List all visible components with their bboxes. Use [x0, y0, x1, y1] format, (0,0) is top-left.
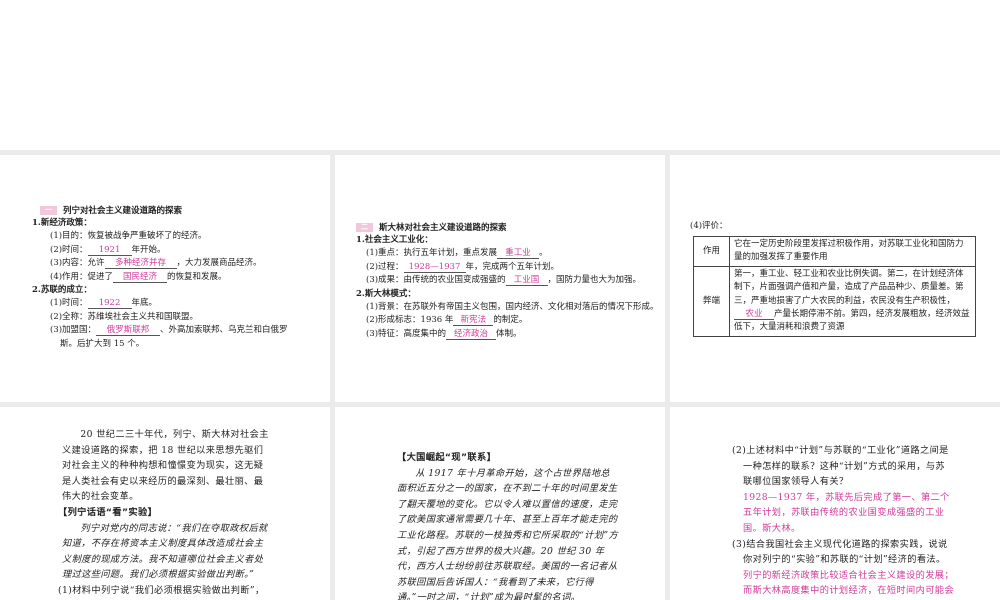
text-line: (3)内容：允许 多种经济并存 ，大力发展商品经济。 [50, 258, 262, 270]
evaluation-label: (4)评价： [690, 221, 728, 231]
text-line: (2)时间： 1921 年开始。 [50, 244, 166, 256]
text-line: (4)作用：促进了 国民经济 的恢复和发展。 [50, 271, 227, 283]
text-line: (1)时间： 1922 年底。 [50, 298, 158, 310]
question-3: (3)结合我国社会主义现代化道路的探索实践，说说你对列宁的“实验”和苏联的“计划… [732, 538, 948, 566]
top-blank-area [0, 0, 1000, 150]
answer-blank: 新宪法 [453, 315, 494, 327]
intro-paragraph: 20 世纪二三十年代，列宁、斯大林对社会主义建设道路的探索，把 18 世纪以来思… [62, 429, 269, 503]
text-line: (1)重点：执行五年计划，重点发展 重工业。 [366, 248, 548, 260]
text-line: 斯。后扩大到 15 个。 [60, 338, 145, 349]
subheading: 2.苏联的成立： [32, 285, 92, 296]
slide-content: 【大国崛起“现”联系】 从 1917 年十月革命开始，这个占世界陆地总面积近五分… [397, 450, 619, 600]
row-label: 弊端 [693, 265, 730, 337]
section-title: 斯大林对社会主义建设道路的探索 [379, 223, 507, 233]
slide-content: (2)上述材料中“计划”与苏联的“工业化”道路之间是一种怎样的联系？这种“计划”… [732, 443, 954, 600]
answer-blank: 俄罗斯联邦 [96, 325, 161, 337]
answer-blank: 1922 [87, 298, 132, 310]
question-1: (1)材料中列宁说“我们必须根据实验做出判断”，列宁进行了怎样的实验来发展社会主… [58, 584, 265, 596]
text-line: (2)形成标志：1936 年新宪法 的制定。 [366, 315, 528, 327]
quote-paragraph: 列宁对党内的同志说：“我们在夺取政权后就知道，不存在将资本主义制度具体改造成社会… [62, 522, 268, 581]
section-heading: 二斯大林对社会主义建设道路的探索 [356, 221, 659, 233]
answer-blank: 国民经济 [113, 272, 168, 283]
row-value: 它在一定历史阶段里发挥过积极作用，对苏联工业化和国防力量的加强发挥了重要作用 [729, 236, 976, 267]
table-row: 弊端 第一，重工业、轻工业和农业比例失调。第二，在计划经济体制下，片面强调产值和产… [693, 265, 976, 337]
answer-blank: 1921 [87, 245, 132, 256]
section-heading: 一列宁对社会主义建设道路的探索 [40, 204, 288, 216]
slide-stalin-exploration[interactable]: 二斯大林对社会主义建设道路的探索 1.社会主义工业化： (1)重点：执行五年计划… [335, 155, 665, 402]
text-line: (2)全称：苏维埃社会主义共和国联盟。 [50, 311, 199, 322]
section-badge: 二 [356, 222, 373, 232]
text-line: (1)背景：在苏联外有帝国主义包围，国内经济、文化相对落后的情况下形成。 [366, 302, 659, 313]
text-line: (3)成果：由传统的农业国变成强盛的 工业国 ，国防力量也大为加强。 [366, 275, 642, 287]
slide-content: 一列宁对社会主义建设道路的探索 1.新经济政策： (1)目的：恢复被战争严重破坏… [32, 204, 288, 351]
table-row: 作用 它在一定历史阶段里发挥过积极作用，对苏联工业化和国防力量的加强发挥了重要作用 [693, 236, 976, 267]
answer-blank: 农业 [734, 309, 774, 321]
evaluation-table: 作用 它在一定历史阶段里发挥过积极作用，对苏联工业化和国防力量的加强发挥了重要作用… [693, 236, 976, 337]
row-value: 第一，重工业、轻工业和农业比例失调。第二，在计划经济体制下，片面强调产值和产量，… [729, 265, 976, 337]
text-line: (3)特征：高度集中的 经济政治 体制。 [366, 328, 522, 340]
row-label: 作用 [693, 236, 730, 267]
section-heading: 【大国崛起“现”联系】 [397, 452, 497, 463]
slide-lenin-experiment[interactable]: 20 世纪二三十年代，列宁、斯大林对社会主义建设道路的探索，把 18 世纪以来思… [0, 407, 330, 600]
material-paragraph: 从 1917 年十月革命开始，这个占世界陆地总面积近五分之一的国家，在不到二十年… [397, 467, 619, 600]
section-title: 列宁对社会主义建设道路的探索 [63, 206, 183, 216]
answer-3: 列宁的新经济政策比较适合社会主义建设的发展；而斯大林高度集中的计划经济，在短时间… [743, 569, 954, 597]
answer-blank: 工业国 [505, 275, 548, 287]
question-2: (2)上述材料中“计划”与苏联的“工业化”道路之间是一种怎样的联系？这种“计划”… [732, 445, 949, 488]
subheading: 1.新经济政策： [32, 218, 92, 228]
answer-2: 1928—1937 年，苏联先后完成了第一、第二个五年计划，苏联由传统的农业国变… [743, 491, 950, 534]
text-line: (1)目的：恢复被战争严重破坏了的经济。 [50, 231, 207, 242]
subheading: 2.斯大林模式： [356, 288, 416, 299]
text-line: (3)加盟国： 俄罗斯联邦 、外高加索联邦、乌克兰和白俄罗 [50, 325, 288, 337]
slide-content: 20 世纪二三十年代，列宁、斯大林对社会主义建设道路的探索，把 18 世纪以来思… [58, 427, 272, 600]
answer-blank: 1928—1937 [403, 262, 466, 273]
subheading: 1.社会主义工业化： [356, 235, 433, 245]
answer-blank: 经济政治 [446, 329, 497, 340]
slide-great-power-rise[interactable]: 【大国崛起“现”联系】 从 1917 年十月革命开始，这个占世界陆地总面积近五分… [335, 407, 665, 600]
slide-content: 二斯大林对社会主义建设道路的探索 1.社会主义工业化： (1)重点：执行五年计划… [356, 221, 659, 341]
answer-blank: 重工业 [497, 248, 540, 260]
section-heading: 【列宁话语“看”实验】 [58, 506, 158, 518]
text-line: (2)过程： 1928—1937 年，完成两个五年计划。 [366, 261, 560, 273]
slide-lenin-exploration[interactable]: 一列宁对社会主义建设道路的探索 1.新经济政策： (1)目的：恢复被战争严重破坏… [0, 155, 330, 402]
answer-blank: 多种经济并存 [104, 258, 177, 270]
slide-evaluation[interactable]: (4)评价： 作用 它在一定历史阶段里发挥过积极作用，对苏联工业化和国防力量的加强… [670, 155, 1000, 402]
slide-questions[interactable]: (2)上述材料中“计划”与苏联的“工业化”道路之间是一种怎样的联系？这种“计划”… [670, 407, 1000, 600]
section-badge: 一 [40, 205, 57, 215]
